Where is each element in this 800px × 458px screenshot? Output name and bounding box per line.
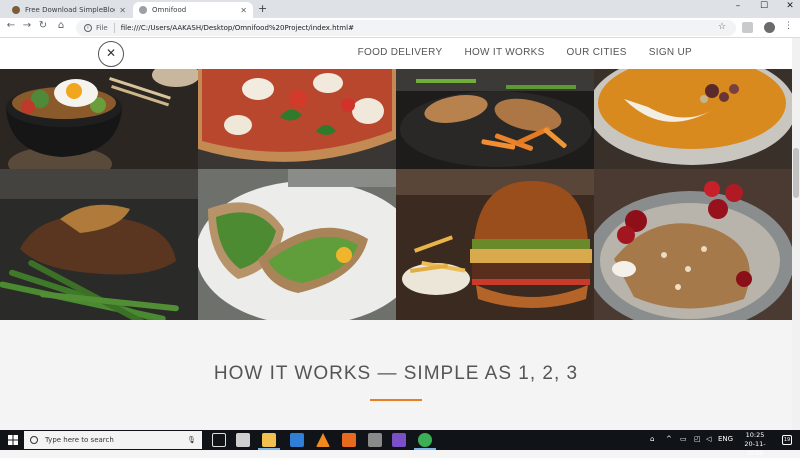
- address-bar[interactable]: i File file:///C:/Users/AAKASH/Desktop/O…: [76, 20, 736, 36]
- vlc-icon[interactable]: [316, 433, 330, 447]
- bookmark-star-icon[interactable]: ☆: [718, 22, 726, 32]
- file-explorer-icon[interactable]: [262, 433, 276, 447]
- profile-avatar-icon[interactable]: [764, 22, 775, 33]
- meal-photo-soup: [594, 69, 792, 169]
- cortana-icon: [30, 436, 38, 444]
- network-icon[interactable]: ◰: [694, 435, 701, 443]
- page-scrollbar[interactable]: [792, 38, 800, 430]
- site-info-icon[interactable]: i: [84, 24, 92, 32]
- close-tab-icon[interactable]: ✕: [240, 6, 247, 15]
- meal-photo-burger: [396, 169, 594, 320]
- tab-omnifood[interactable]: Omnifood ✕: [133, 2, 253, 18]
- browser-menu-icon[interactable]: ⋮: [784, 21, 793, 31]
- action-center-icon[interactable]: 19: [782, 435, 792, 445]
- scheme-label: File: [96, 24, 108, 32]
- meal-photo-sandwich: [198, 169, 396, 320]
- nav-link-how-it-works[interactable]: HOW IT WORKS: [464, 47, 544, 58]
- meals-gallery: [0, 69, 792, 320]
- new-tab-icon[interactable]: +: [258, 2, 267, 15]
- meal-photo-pizza: [198, 69, 396, 169]
- browser-window-frame: Free Download SimpleBlogging T ✕ Omnifoo…: [0, 0, 800, 38]
- taskbar-search-placeholder: Type here to search: [45, 436, 114, 444]
- microphone-icon[interactable]: 🎙: [187, 436, 196, 444]
- tab-strip: Free Download SimpleBlogging T ✕ Omnifoo…: [0, 0, 800, 18]
- store-icon[interactable]: [236, 433, 250, 447]
- tray-chevron-icon[interactable]: ^: [666, 435, 672, 443]
- tab-favicon-icon: [139, 6, 147, 14]
- forward-icon[interactable]: →: [20, 20, 34, 31]
- tab-favicon-icon: [12, 6, 20, 14]
- address-divider: [113, 23, 115, 33]
- task-view-icon[interactable]: [212, 433, 226, 447]
- nav-link-food-delivery[interactable]: FOOD DELIVERY: [358, 47, 443, 58]
- meal-photo-steak: [0, 169, 198, 320]
- taskbar-search[interactable]: Type here to search 🎙: [24, 431, 202, 449]
- browser-toolbar: ← → ↻ ⌂ i File file:///C:/Users/AAKASH/D…: [0, 18, 800, 38]
- meal-photo-granola: [594, 169, 792, 320]
- tab-title: Omnifood: [152, 6, 187, 14]
- clock-time: 10:25: [745, 431, 765, 439]
- xampp-icon[interactable]: [342, 433, 356, 447]
- scrollbar-thumb[interactable]: [793, 148, 799, 198]
- chrome-icon[interactable]: [418, 433, 432, 447]
- meal-photo-bibimbap: [0, 69, 198, 169]
- windows-taskbar: Type here to search 🎙 ⌂ ^ ▭ ◰ ◁ ENG 10:2…: [0, 430, 800, 457]
- nav-link-sign-up[interactable]: SIGN UP: [649, 47, 692, 58]
- windows-start-icon[interactable]: [8, 435, 18, 445]
- minimize-icon[interactable]: –: [730, 1, 746, 11]
- fork-knife-icon[interactable]: ✕: [98, 41, 124, 67]
- main-nav: FOOD DELIVERY HOW IT WORKS OUR CITIES SI…: [358, 47, 692, 58]
- fork-knife-glyph: ✕: [106, 46, 117, 60]
- tab-title: Free Download SimpleBlogging T: [25, 6, 115, 14]
- home-icon[interactable]: ⌂: [54, 20, 68, 31]
- meal-photo-chicken: [396, 69, 594, 169]
- nav-link-our-cities[interactable]: OUR CITIES: [567, 47, 627, 58]
- how-it-works-section: HOW IT WORKS — SIMPLE AS 1, 2, 3: [0, 320, 792, 430]
- taskbar-clock[interactable]: 10:25 20-11-2018: [738, 431, 772, 458]
- section-title: HOW IT WORKS — SIMPLE AS 1, 2, 3: [213, 363, 579, 384]
- tools-icon[interactable]: [368, 433, 382, 447]
- url-text[interactable]: file:///C:/Users/AAKASH/Desktop/Omnifood…: [121, 24, 354, 32]
- back-icon[interactable]: ←: [4, 20, 18, 31]
- close-tab-icon[interactable]: ✕: [119, 6, 126, 15]
- clock-date: 20-11-2018: [744, 440, 766, 457]
- close-window-icon[interactable]: ✕: [782, 1, 798, 11]
- volume-icon[interactable]: ◁: [706, 435, 711, 443]
- section-title-underline: [370, 399, 422, 401]
- language-indicator[interactable]: ENG: [718, 435, 733, 443]
- extension-icon[interactable]: [742, 22, 753, 33]
- site-navbar: ✕ FOOD DELIVERY HOW IT WORKS OUR CITIES …: [0, 38, 792, 69]
- maximize-icon[interactable]: ☐: [756, 1, 772, 11]
- app-blue-icon[interactable]: [290, 433, 304, 447]
- reload-icon[interactable]: ↻: [36, 20, 50, 31]
- tab-free-download[interactable]: Free Download SimpleBlogging T ✕: [6, 2, 132, 18]
- people-icon[interactable]: ⌂: [650, 435, 654, 443]
- battery-icon[interactable]: ▭: [680, 435, 687, 443]
- web-page: ✕ FOOD DELIVERY HOW IT WORKS OUR CITIES …: [0, 38, 792, 430]
- visual-studio-icon[interactable]: [392, 433, 406, 447]
